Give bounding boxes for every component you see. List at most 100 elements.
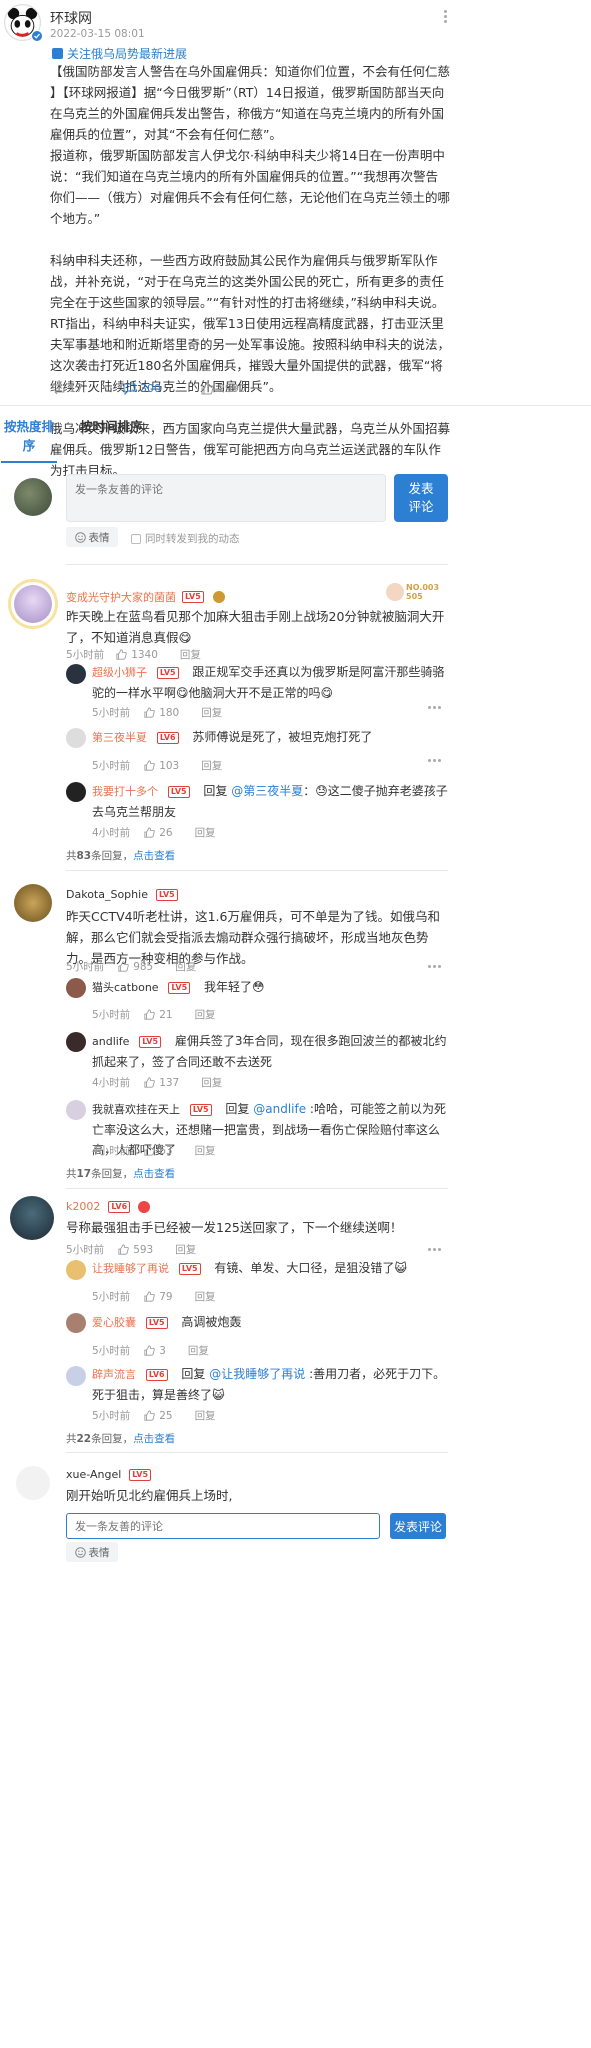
like-button[interactable]: 985: [118, 961, 153, 973]
reply-button[interactable]: 回复: [201, 758, 222, 773]
reply-content: 我要打十多个 LV5 回复 @第三夜半夏：😓这二傻子抛弃老婆孩子去乌克兰帮朋友: [92, 784, 448, 819]
post-paragraph-1: 【俄国防部发言人警告在乌外国雇佣兵：知道你们位置，不会有任何仁慈 】【环球网报道…: [50, 64, 451, 142]
like-button[interactable]: 2990: [201, 382, 246, 395]
repost-icon: [52, 382, 65, 395]
view-replies-link[interactable]: 点击查看: [133, 850, 175, 862]
like-button[interactable]: 3: [144, 1345, 166, 1357]
reply-avatar[interactable]: [66, 1260, 86, 1280]
fan-badge: NO.003505: [386, 580, 446, 604]
bottom-submit-button[interactable]: 发表评论: [390, 1513, 446, 1539]
reply-name[interactable]: 我就喜欢挂在天上: [92, 1103, 180, 1116]
reply-avatar[interactable]: [66, 782, 86, 802]
like-button[interactable]: 63: [144, 1145, 173, 1157]
commenter-name[interactable]: xue-Angel: [66, 1468, 121, 1481]
reply-name[interactable]: 辟声流言: [92, 1368, 136, 1381]
like-button[interactable]: 593: [118, 1244, 153, 1256]
author-name[interactable]: 环球网: [50, 8, 92, 28]
like-button[interactable]: 137: [144, 1077, 179, 1089]
reply-avatar[interactable]: [66, 1366, 86, 1386]
tab-hot[interactable]: 按热度排序: [0, 416, 58, 463]
reply-name[interactable]: 我要打十多个: [92, 785, 158, 798]
reply-name[interactable]: 让我睡够了再说: [92, 1262, 169, 1275]
topic-icon: [52, 48, 63, 59]
medal-icon: [212, 591, 225, 603]
like-button[interactable]: 21: [144, 1009, 173, 1021]
reply-content: 猫头catbone LV5 我年轻了😳: [92, 980, 265, 994]
more-icon[interactable]: [428, 706, 444, 709]
avatar-frame: [8, 579, 58, 629]
level-badge: LV5: [155, 888, 178, 901]
submit-comment-button[interactable]: 发表 评论: [394, 474, 448, 522]
tab-time[interactable]: 按时间排序: [80, 416, 143, 435]
reply-name[interactable]: 超级小狮子: [92, 666, 147, 679]
bottom-emoji-button[interactable]: 表情: [66, 1542, 118, 1562]
commenter-avatar[interactable]: [16, 1466, 50, 1500]
verified-icon: [31, 30, 43, 42]
like-button[interactable]: 26: [144, 827, 173, 839]
reply-avatar[interactable]: [66, 728, 86, 748]
commenter-name[interactable]: Dakota_Sophie: [66, 888, 148, 901]
reply-button[interactable]: 回复: [195, 1143, 216, 1158]
comment-input[interactable]: [66, 474, 386, 522]
more-icon[interactable]: [428, 1248, 444, 1251]
reply-button[interactable]: 回复: [201, 1075, 222, 1090]
reply-avatar[interactable]: [66, 1032, 86, 1052]
reply-button[interactable]: 回复: [180, 647, 201, 662]
reply-avatar[interactable]: [66, 664, 86, 684]
level-badge: LV6: [108, 1200, 131, 1213]
reply-name[interactable]: andlife: [92, 1035, 129, 1048]
like-button[interactable]: 103: [144, 760, 179, 772]
reply-button[interactable]: 回复: [195, 1007, 216, 1022]
reply-avatar[interactable]: [66, 978, 86, 998]
also-post-checkbox[interactable]: 同时转发到我的动态: [131, 531, 240, 546]
thumb-up-icon: [116, 649, 127, 660]
mention-link[interactable]: @第三夜半夏: [231, 784, 303, 798]
topic-link[interactable]: 关注俄乌局势最新进展: [52, 45, 187, 62]
reply-name[interactable]: 爱心胶囊: [92, 1316, 136, 1329]
view-replies-link[interactable]: 点击查看: [133, 1433, 175, 1445]
reply-button[interactable]: 回复: [175, 1242, 196, 1257]
comment-button[interactable]: 300: [123, 382, 161, 395]
view-replies-link[interactable]: 点击查看: [133, 1168, 175, 1180]
commenter-name[interactable]: 变成光守护大家的菌菌: [66, 589, 176, 605]
user-avatar: [14, 478, 52, 516]
commenter-avatar[interactable]: [10, 1196, 54, 1240]
emoji-button[interactable]: 表情: [66, 527, 118, 547]
reply-meta: 4小时前 63 回复: [92, 1143, 216, 1158]
like-button[interactable]: 79: [144, 1291, 173, 1303]
like-button[interactable]: 25: [144, 1410, 173, 1422]
reply-avatar[interactable]: [66, 1100, 86, 1120]
reply-name[interactable]: 第三夜半夏: [92, 731, 147, 744]
commenter-name[interactable]: k2002: [66, 1200, 100, 1213]
divider: [0, 405, 591, 406]
more-icon[interactable]: [428, 759, 444, 762]
bottom-comment-input[interactable]: [66, 1513, 380, 1539]
thumb-up-icon: [201, 382, 214, 395]
reply-button[interactable]: 回复: [195, 825, 216, 840]
post-paragraph-3: 科纳申科夫还称，一些西方政府鼓励其公民作为雇佣兵与俄罗斯军队作战，并补充说，“对…: [50, 253, 445, 310]
thumb-up-icon: [144, 1145, 155, 1156]
reply-button[interactable]: 回复: [195, 1408, 216, 1423]
repost-button[interactable]: 17: [52, 382, 83, 395]
thumb-up-icon: [118, 961, 129, 972]
reply-content: 辟声流言 LV6 回复 @让我睡够了再说 :善用刀者，必死于刀下。死于狙击，算是…: [92, 1367, 446, 1402]
reply-meta: 5小时前 103 回复: [92, 758, 223, 773]
reply-button[interactable]: 回复: [175, 959, 196, 974]
like-button[interactable]: 180: [144, 707, 179, 719]
thumb-up-icon: [144, 1077, 155, 1088]
reply-button[interactable]: 回复: [195, 1289, 216, 1304]
reply-avatar[interactable]: [66, 1313, 86, 1333]
divider: [66, 1188, 448, 1189]
reply-meta: 4小时前 26 回复: [92, 825, 216, 840]
post-time: 2022-03-15 08:01: [50, 28, 145, 40]
mention-link[interactable]: @andlife: [253, 1102, 306, 1116]
more-icon[interactable]: [428, 965, 444, 968]
more-icon[interactable]: [442, 10, 448, 23]
reply-button[interactable]: 回复: [201, 705, 222, 720]
reply-name[interactable]: 猫头catbone: [92, 981, 159, 994]
commenter-avatar[interactable]: [14, 884, 52, 922]
mention-link[interactable]: @让我睡够了再说: [209, 1367, 305, 1381]
reply-button[interactable]: 回复: [188, 1343, 209, 1358]
like-button[interactable]: 1340: [116, 649, 158, 661]
divider: [66, 1452, 448, 1453]
